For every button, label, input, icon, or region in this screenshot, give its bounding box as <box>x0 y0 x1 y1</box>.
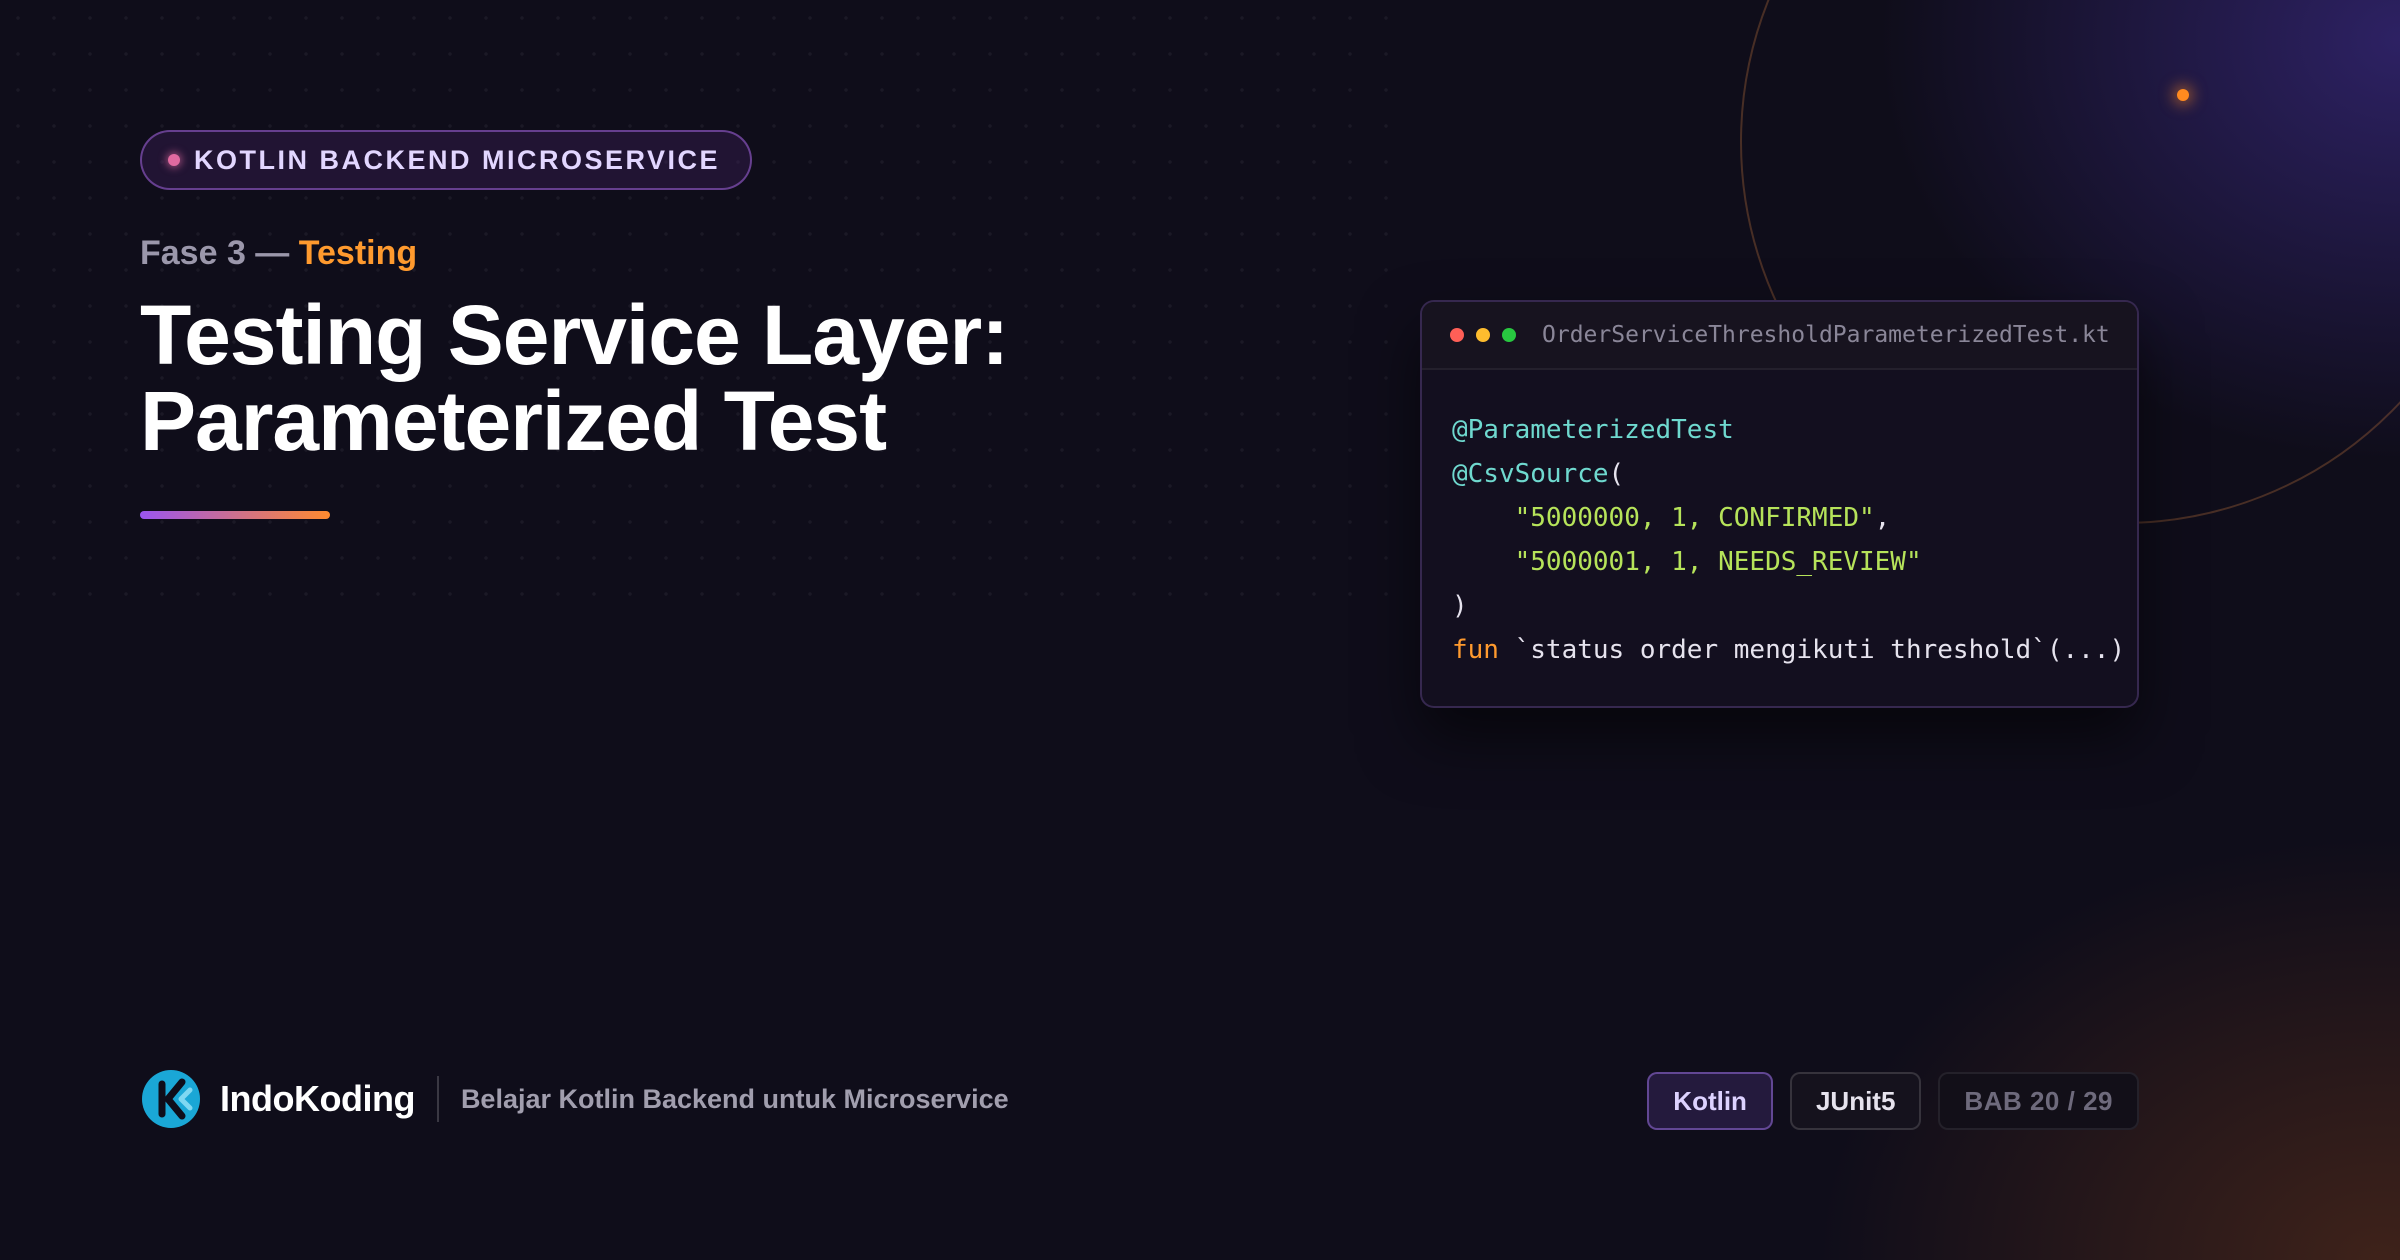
code-line: @ParameterizedTest <box>1452 408 2107 452</box>
close-dot-icon <box>1450 328 1464 342</box>
code-window: OrderServiceThresholdParameterizedTest.k… <box>1420 300 2139 708</box>
badge-dot-icon <box>168 154 180 166</box>
code-line: @CsvSource( <box>1452 452 2107 496</box>
footer-divider <box>436 1076 439 1122</box>
category-badge-label: KOTLIN BACKEND MICROSERVICE <box>194 144 721 175</box>
code-line: ) <box>1452 584 2107 628</box>
indokoding-logo-icon <box>142 1070 200 1128</box>
code-token: , <box>1874 503 1891 533</box>
page-title: Testing Service Layer: Parameterized Tes… <box>140 288 1009 468</box>
code-line: "5000000, 1, CONFIRMED", <box>1452 496 2107 540</box>
tag-junit5: JUnit5 <box>1789 1072 1922 1130</box>
tag-list: Kotlin JUnit5 BAB 20 / 29 <box>1647 1072 2139 1130</box>
maximize-dot-icon <box>1502 328 1516 342</box>
code-body: @ParameterizedTest @CsvSource( "5000000, … <box>1422 370 2137 672</box>
code-token: @ParameterizedTest <box>1452 415 1734 445</box>
code-window-header: OrderServiceThresholdParameterizedTest.k… <box>1422 302 2137 370</box>
phase-line: Fase 3 — Testing <box>140 234 417 273</box>
category-badge: KOTLIN BACKEND MICROSERVICE <box>140 130 753 190</box>
code-line: fun `status order mengikuti threshold`(.… <box>1452 628 2125 672</box>
brand-tagline: Belajar Kotlin Backend untuk Microservic… <box>460 1083 1009 1114</box>
code-line: "5000001, 1, NEEDS_REVIEW" <box>1452 540 2107 584</box>
minimize-dot-icon <box>1476 328 1490 342</box>
code-token: ( <box>1608 459 1625 489</box>
code-token: @CsvSource <box>1452 459 1609 489</box>
title-underline <box>140 511 330 519</box>
phase-prefix: Fase 3 — <box>140 234 299 272</box>
code-token: ) <box>1452 591 1468 621</box>
code-token: "5000001, 1, NEEDS_REVIEW" <box>1514 547 1922 577</box>
brand-name: IndoKoding <box>220 1078 415 1119</box>
code-token: `status order mengikuti threshold`(...) <box>1498 635 2126 665</box>
tag-kotlin: Kotlin <box>1647 1072 1773 1130</box>
code-filename: OrderServiceThresholdParameterizedTest.k… <box>1542 322 2110 348</box>
brand-footer: IndoKoding Belajar Kotlin Backend untuk … <box>140 1068 1009 1130</box>
code-token: "5000000, 1, CONFIRMED" <box>1514 503 1875 533</box>
phase-highlight: Testing <box>298 234 418 272</box>
glow-dot-decoration <box>2177 89 2189 101</box>
chapter-counter: BAB 20 / 29 <box>1938 1072 2139 1130</box>
code-token: fun <box>1452 635 1499 665</box>
